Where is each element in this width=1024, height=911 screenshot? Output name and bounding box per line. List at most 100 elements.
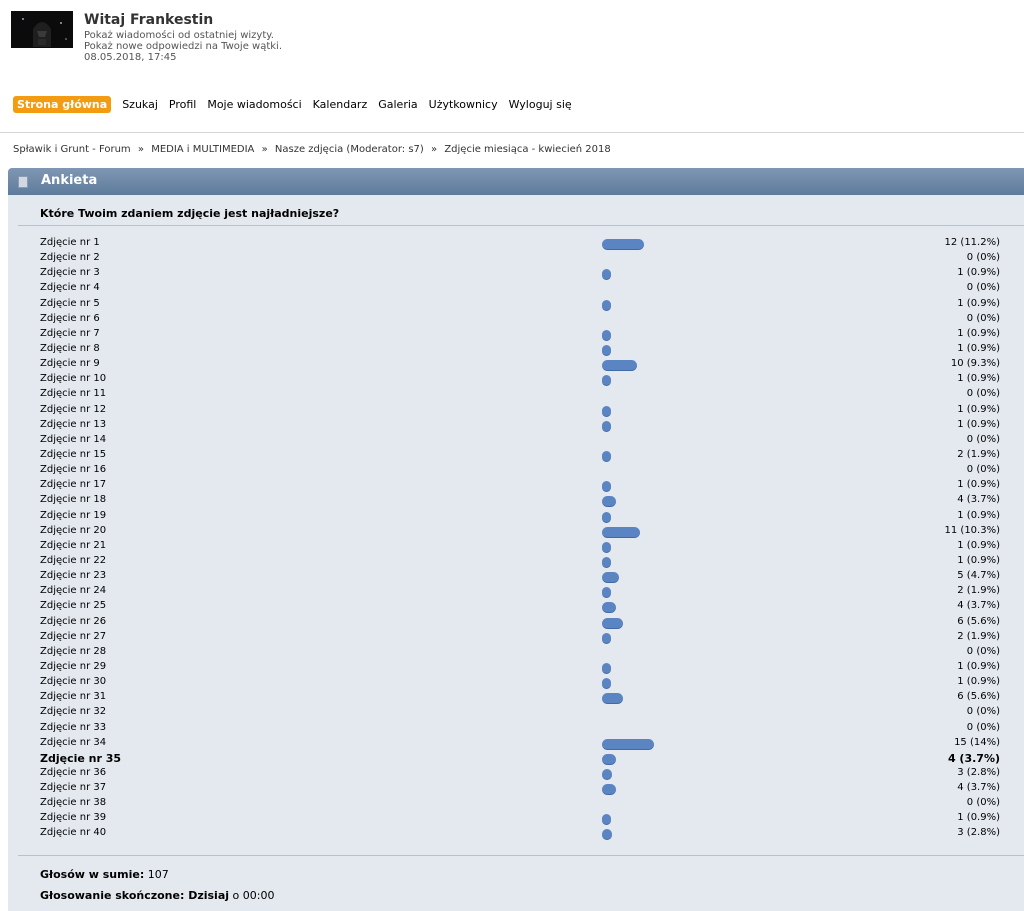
total-votes-label: Głosów w sumie:	[40, 868, 145, 881]
breadcrumb: Spławik i Grunt - Forum » MEDIA i MULTIM…	[13, 144, 611, 155]
poll-ended-time: o 00:00	[232, 889, 275, 902]
poll-option-label: Zdjęcie nr 23	[40, 570, 107, 582]
poll-option-row: Zdjęcie nr 3 1 (0.9%)	[8, 266, 1024, 281]
poll-option-label: Zdjęcie nr 35	[40, 751, 122, 765]
poll-option-label: Zdjęcie nr 38	[40, 797, 107, 809]
poll-option-count: 1 (0.9%)	[957, 812, 1000, 824]
poll-option-label: Zdjęcie nr 39	[40, 812, 107, 824]
poll-option-count: 6 (5.6%)	[957, 691, 1000, 703]
total-votes: Głosów w sumie: 107	[40, 868, 169, 881]
poll-option-row: Zdjęcie nr 18 4 (3.7%)	[8, 493, 1024, 508]
poll-option-row: Zdjęcie nr 17 1 (0.9%)	[8, 478, 1024, 493]
total-votes-value: 107	[147, 868, 169, 881]
poll-option-count: 1 (0.9%)	[957, 676, 1000, 688]
poll-result-bar	[602, 344, 611, 356]
poll-result-bar	[602, 738, 654, 750]
poll-option-count: 1 (0.9%)	[957, 373, 1000, 385]
nav-logout[interactable]: Wyloguj się	[509, 98, 572, 111]
poll-option-row: Zdjęcie nr 15 2 (1.9%)	[8, 448, 1024, 463]
header-divider	[0, 132, 1024, 133]
poll-result-bar	[602, 420, 611, 432]
poll-option-label: Zdjęcie nr 14	[40, 433, 107, 445]
poll-result-bar	[602, 587, 611, 599]
poll-result-bar	[602, 541, 611, 553]
nav-calendar[interactable]: Kalendarz	[313, 98, 368, 111]
nav-home[interactable]: Strona główna	[13, 95, 112, 113]
show-messages-since-last-visit-link[interactable]: Pokaż wiadomości od ostatniej wizyty.	[84, 30, 282, 41]
poll-header-title: Ankieta	[41, 173, 98, 188]
poll-option-count: 2 (1.9%)	[957, 585, 1000, 597]
breadcrumb-forum[interactable]: Spławik i Grunt - Forum	[13, 144, 131, 155]
poll-option-count: 12 (11.2%)	[944, 237, 1000, 248]
poll-ended-label: Głosowanie skończone: Dzisiaj	[40, 889, 230, 902]
poll-option-count: 10 (9.3%)	[950, 358, 1000, 370]
nav-search[interactable]: Szukaj	[122, 98, 158, 111]
poll-result-bar	[602, 784, 616, 796]
nav-profile[interactable]: Profil	[169, 98, 196, 111]
poll-result-bar	[602, 511, 611, 523]
poll-option-label: Zdjęcie nr 13	[40, 418, 107, 430]
poll-option-label: Zdjęcie nr 9	[40, 358, 100, 370]
poll-result-bar	[602, 768, 612, 780]
poll-option-label: Zdjęcie nr 30	[40, 676, 107, 688]
poll-result-bar	[602, 329, 611, 341]
poll-option-row: Zdjęcie nr 8 1 (0.9%)	[8, 342, 1024, 357]
poll-option-row: Zdjęcie nr 13 1 (0.9%)	[8, 418, 1024, 433]
poll-option-label: Zdjęcie nr 16	[40, 464, 107, 476]
poll-option-row: Zdjęcie nr 33 0 (0%)	[8, 721, 1024, 736]
poll-option-label: Zdjęcie nr 36	[40, 766, 107, 778]
poll-option-label: Zdjęcie nr 24	[40, 585, 107, 597]
poll-option-count: 0 (0%)	[966, 464, 1000, 476]
poll-option-row: Zdjęcie nr 11 0 (0%)	[8, 387, 1024, 402]
poll-option-count: 1 (0.9%)	[957, 403, 1000, 415]
breadcrumb-media[interactable]: MEDIA i MULTIMEDIA	[151, 144, 254, 155]
poll-option-count: 5 (4.7%)	[957, 570, 1000, 582]
poll-option-row: Zdjęcie nr 24 2 (1.9%)	[8, 584, 1024, 599]
poll-option-row: Zdjęcie nr 38 0 (0%)	[8, 796, 1024, 811]
breadcrumb-photos[interactable]: Nasze zdjęcia (Moderator: s7)	[275, 144, 424, 155]
poll-option-count: 1 (0.9%)	[957, 554, 1000, 566]
poll-icon	[18, 176, 28, 188]
poll-option-label: Zdjęcie nr 27	[40, 630, 107, 642]
poll-result-bar	[602, 450, 611, 462]
poll-option-row: Zdjęcie nr 23 5 (4.7%)	[8, 569, 1024, 584]
question-divider	[18, 225, 1024, 226]
poll-option-count: 0 (0%)	[966, 433, 1000, 445]
poll-option-label: Zdjęcie nr 4	[40, 282, 100, 294]
poll-result-bar	[602, 662, 611, 674]
poll-result-bar	[602, 632, 611, 644]
poll-option-count: 1 (0.9%)	[957, 267, 1000, 279]
poll-option-row: Zdjęcie nr 40 3 (2.8%)	[8, 826, 1024, 841]
poll-option-row: Zdjęcie nr 37 4 (3.7%)	[8, 781, 1024, 796]
poll-result-bar	[602, 678, 611, 690]
poll-option-label: Zdjęcie nr 34	[40, 736, 107, 748]
poll-result-bar	[602, 602, 616, 614]
poll-result-bar	[602, 556, 611, 568]
poll-option-label: Zdjęcie nr 8	[40, 342, 100, 354]
poll-result-bar	[602, 375, 611, 387]
poll-result-bar	[602, 693, 623, 705]
avatar[interactable]	[11, 11, 73, 48]
nav-gallery[interactable]: Galeria	[378, 98, 417, 111]
poll-option-label: Zdjęcie nr 25	[40, 600, 107, 612]
show-new-replies-link[interactable]: Pokaż nowe odpowiedzi na Twoje wątki.	[84, 41, 282, 52]
poll-option-row: Zdjęcie nr 29 1 (0.9%)	[8, 660, 1024, 675]
breadcrumb-topic[interactable]: Zdjęcie miesiąca - kwiecień 2018	[444, 144, 610, 155]
poll-result-bar	[602, 617, 623, 629]
welcome-title: Witaj Frankestin	[84, 12, 214, 28]
poll-option-count: 0 (0%)	[966, 388, 1000, 400]
poll-result-bar	[602, 269, 611, 281]
page-header: Witaj Frankestin Pokaż wiadomości od ost…	[0, 0, 1024, 90]
poll-result-bar	[602, 572, 619, 584]
poll-header: Ankieta	[8, 168, 1024, 195]
poll-result-bar	[602, 829, 612, 841]
poll-result-bar	[602, 360, 637, 372]
nav-users[interactable]: Użytkownicy	[429, 98, 498, 111]
poll-option-row: Zdjęcie nr 10 1 (0.9%)	[8, 372, 1024, 387]
poll-option-row: Zdjęcie nr 7 1 (0.9%)	[8, 327, 1024, 342]
nav-messages[interactable]: Moje wiadomości	[207, 98, 301, 111]
poll-option-count: 1 (0.9%)	[957, 342, 1000, 354]
poll-option-label: Zdjęcie nr 26	[40, 615, 107, 627]
poll-option-label: Zdjęcie nr 32	[40, 706, 107, 718]
poll-option-row: Zdjęcie nr 19 1 (0.9%)	[8, 509, 1024, 524]
